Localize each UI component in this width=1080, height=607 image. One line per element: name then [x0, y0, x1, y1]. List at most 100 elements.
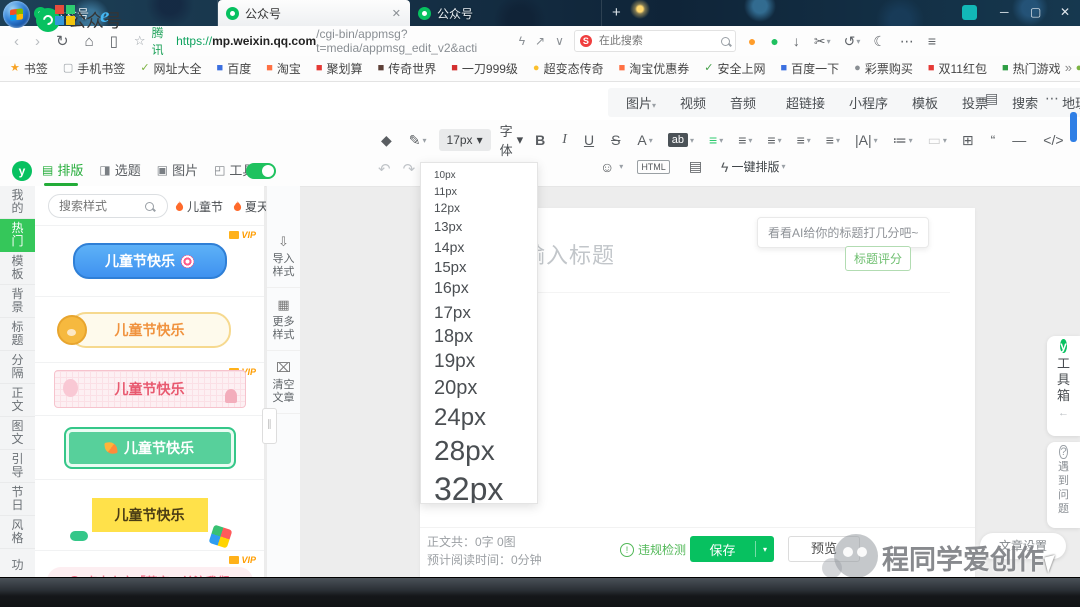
bookmark-item[interactable]: ■ 传奇世界 — [378, 60, 437, 77]
internet-explorer-icon[interactable]: e — [100, 3, 109, 28]
category-tab[interactable]: 正文 — [0, 384, 35, 417]
new-tab-button[interactable]: + — [612, 4, 621, 21]
bookmark-item[interactable]: ■ 一刀999级 — [451, 60, 518, 77]
sidebar-tab[interactable]: ◨ 选题 — [99, 160, 140, 186]
format-tool-icon[interactable]: ≔ ▾ — [890, 130, 916, 151]
format-tool-icon[interactable]: ⊞ — [959, 130, 979, 151]
violation-check-button[interactable]: ! 违规检测 — [620, 541, 686, 558]
font-size-option[interactable]: 14px — [421, 237, 537, 257]
bookmark-item[interactable]: ★ 书签 — [10, 60, 48, 77]
header-nav-item[interactable]: 图片▾ — [614, 93, 668, 112]
style-search-box[interactable] — [48, 194, 168, 218]
toolbox-panel[interactable]: y 工具箱 ← — [1047, 336, 1080, 436]
bookmark-item[interactable]: ▢ 手机书签 — [63, 60, 125, 77]
search-icon[interactable] — [145, 202, 154, 211]
header-nav-item[interactable]: 超链接 — [774, 93, 837, 112]
bookmark-item[interactable]: ✓ 网址大全 — [140, 60, 201, 77]
browser-nav-icon[interactable]: ‹ — [14, 33, 19, 50]
address-bar[interactable]: ☆ 腾讯 https://mp.weixin.qq.com/cgi-bin/ap… — [134, 24, 564, 58]
panel-action-button[interactable]: ⇩ 导入样式 — [267, 225, 300, 288]
browser-nav-icon[interactable]: ⌂ — [85, 33, 94, 50]
bookmark-item[interactable]: ■ 淘宝优惠券 — [619, 60, 690, 77]
bookmark-item[interactable]: ■ 热门游戏 — [1002, 60, 1061, 77]
format-tool-icon[interactable]: ≡ ▾ — [706, 130, 726, 150]
sidebar-tab[interactable]: ▤ 排版 — [42, 160, 83, 186]
format-tool-icon[interactable]: I — [559, 130, 572, 150]
browser-nav-icon[interactable]: ↻ — [56, 32, 69, 50]
bookmark-item[interactable]: ■ 百度 — [217, 60, 252, 77]
font-size-option[interactable]: 18px — [421, 324, 537, 349]
secondary-tool-icon[interactable]: HTML — [637, 160, 675, 174]
font-size-option[interactable]: 12px — [421, 200, 537, 218]
secondary-tool-icon[interactable]: ▤ — [689, 158, 707, 175]
address-bar-icon[interactable]: ϟ — [519, 34, 525, 48]
category-tab[interactable]: 我的 — [0, 186, 35, 219]
app-launcher-icon[interactable] — [55, 5, 75, 25]
font-size-option[interactable]: 17px — [421, 301, 537, 325]
format-tool-icon[interactable]: ≡ ▾ — [764, 130, 784, 150]
font-size-button[interactable]: 17px ▾ — [439, 129, 491, 151]
bookmark-item[interactable]: ● 电竞新闻 — [1076, 60, 1080, 77]
browser-search-box[interactable]: S — [574, 30, 736, 52]
category-tab[interactable]: 模板 — [0, 252, 35, 285]
header-nav-item[interactable]: 音频 — [718, 93, 768, 112]
address-bar-icon[interactable]: ↗ — [535, 34, 545, 48]
collapse-arrow-icon[interactable]: ← — [1047, 407, 1080, 419]
address-bar-icon[interactable]: ∨ — [555, 34, 564, 48]
style-card-yellow-block[interactable]: 儿童节快乐 — [35, 479, 264, 550]
save-dropdown-caret[interactable]: ▾ — [756, 545, 774, 554]
browser-tab[interactable]: 公众号 ✕ — [218, 0, 410, 26]
font-size-option[interactable]: 13px — [421, 218, 537, 237]
bookmark-item[interactable]: ● 彩票购买 — [854, 60, 913, 77]
format-tool-icon[interactable]: ≡ ▾ — [794, 130, 814, 150]
format-tool-icon[interactable]: </> — [1040, 130, 1068, 150]
panel-action-button[interactable]: ⌧ 清空文章 — [267, 351, 300, 414]
format-tool-icon[interactable]: ▭ ▾ — [925, 130, 950, 151]
browser-tool-icon[interactable]: ● — [748, 33, 757, 49]
header-nav-item[interactable]: 模板 — [900, 93, 950, 112]
font-size-option[interactable]: 32px — [421, 469, 537, 504]
font-family-button[interactable]: 字体 ▾ — [500, 121, 524, 159]
tab-close-icon[interactable]: ✕ — [392, 7, 401, 20]
format-tool-icon[interactable]: — — [1009, 130, 1031, 150]
bookmark-item[interactable]: ■ 淘宝 — [266, 60, 301, 77]
category-tab[interactable]: 图文 — [0, 417, 35, 450]
window-minimize-button[interactable]: ─ — [1000, 5, 1009, 19]
font-size-option[interactable]: 16px — [421, 278, 537, 300]
title-score-button[interactable]: 标题评分 — [845, 246, 911, 271]
format-tool-icon[interactable]: ≡ ▾ — [735, 130, 755, 150]
undo-icon[interactable]: ↶ — [378, 160, 391, 178]
category-tab[interactable]: 分隔 — [0, 351, 35, 384]
bookmarks-overflow-icon[interactable]: » — [1065, 60, 1072, 75]
category-tab[interactable]: 标题 — [0, 318, 35, 351]
window-maximize-button[interactable]: ▢ — [1030, 5, 1041, 19]
format-tool-icon[interactable]: B — [532, 130, 550, 150]
format-tool-icon[interactable]: S — [608, 130, 625, 150]
browser-tool-icon[interactable]: ☾ — [873, 33, 887, 50]
window-close-button[interactable]: ✕ — [1060, 5, 1070, 19]
font-size-option[interactable]: 20px — [421, 375, 537, 402]
category-tab[interactable]: 风格 — [0, 516, 35, 549]
search-engine-icon[interactable]: S — [580, 35, 592, 47]
hot-tag[interactable]: 儿童节 — [175, 198, 223, 215]
category-tab[interactable]: 引导 — [0, 450, 35, 483]
browser-nav-icon[interactable]: ▯ — [110, 32, 118, 50]
bookmark-item[interactable]: ■ 双11红包 — [928, 60, 987, 77]
header-more-icon[interactable]: ⋯ — [1045, 90, 1059, 107]
font-size-option[interactable]: 28px — [421, 433, 537, 469]
font-size-option[interactable]: 11px — [421, 184, 537, 201]
bookmark-item[interactable]: ■ 百度一下 — [781, 60, 840, 77]
panel-action-button[interactable]: ▦ 更多样式 — [267, 288, 300, 351]
document-icon[interactable]: ▤ — [985, 90, 998, 107]
browser-tab[interactable]: 公众号 — [410, 0, 602, 26]
save-button[interactable]: 保存 ▾ — [690, 536, 774, 562]
font-size-option[interactable]: 19px — [421, 349, 537, 375]
format-tool-icon[interactable]: A ▾ — [634, 130, 655, 150]
browser-tool-icon[interactable]: ↺ ▾ — [844, 33, 861, 50]
page-scrollbar-thumb[interactable] — [1070, 112, 1077, 142]
hot-tag[interactable]: 夏天 — [233, 198, 269, 215]
browser-search-input[interactable] — [597, 34, 716, 48]
secondary-tool-icon[interactable]: ϟ 一键排版 ▾ — [721, 158, 785, 175]
capture-tool-icon[interactable] — [962, 5, 977, 20]
bookmark-item[interactable]: ■ 聚划算 — [316, 60, 363, 77]
